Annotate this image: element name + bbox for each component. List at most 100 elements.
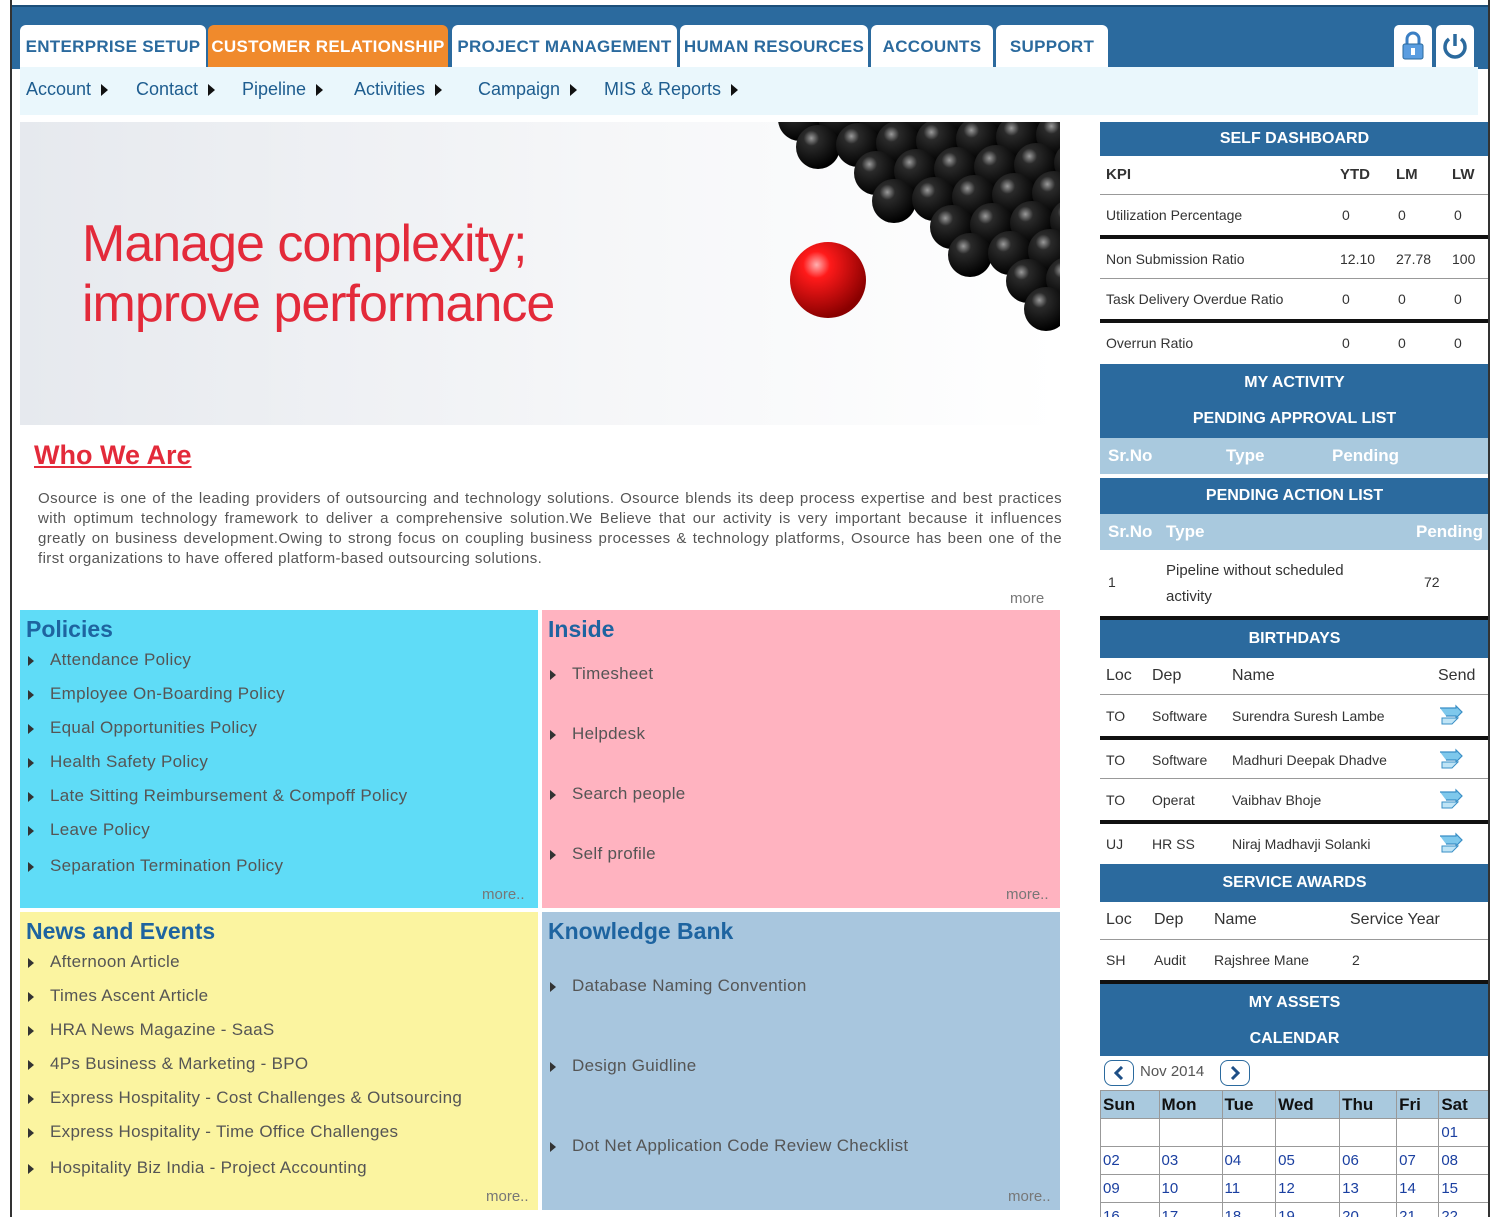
news-item[interactable]: Express Hospitality - Cost Challenges & … [28, 1088, 462, 1108]
calendar-day[interactable]: 19 [1275, 1202, 1341, 1217]
tab-accounts[interactable]: ACCOUNTS [871, 25, 993, 69]
sphere-shape [948, 233, 992, 277]
tab-human-resources[interactable]: HUMAN RESOURCES [680, 25, 868, 69]
who-more-link[interactable]: more [1010, 590, 1044, 607]
knowledge-more-link[interactable]: more.. [1008, 1188, 1051, 1205]
inside-more-link[interactable]: more.. [1006, 886, 1049, 903]
action-type-line2[interactable]: activity [1166, 588, 1212, 605]
inside-item[interactable]: Search people [550, 784, 686, 804]
knowledge-panel: Knowledge Bank Database Naming Conventio… [542, 912, 1060, 1210]
news-item[interactable]: 4Ps Business & Marketing - BPO [28, 1054, 308, 1074]
calendar-next-button[interactable] [1220, 1060, 1250, 1086]
news-item[interactable]: Express Hospitality - Time Office Challe… [28, 1122, 398, 1142]
send-wish-button[interactable] [1438, 704, 1464, 731]
top-navigation: ENTERPRISE SETUP CUSTOMER RELATIONSHIP P… [12, 5, 1488, 69]
divider [1100, 694, 1488, 695]
subnav-label: Pipeline [242, 79, 307, 99]
calendar-day[interactable]: 15 [1438, 1174, 1488, 1203]
self-dashboard-header: SELF DASHBOARD [1100, 122, 1488, 156]
send-wish-button[interactable] [1438, 748, 1464, 775]
subnav-activities[interactable]: Activities [354, 79, 443, 100]
calendar-day[interactable]: 18 [1221, 1202, 1277, 1217]
inside-item[interactable]: Timesheet [550, 664, 653, 684]
calendar-day[interactable] [1158, 1118, 1223, 1147]
calendar-day[interactable] [1339, 1118, 1398, 1147]
calendar-day[interactable]: 12 [1275, 1174, 1341, 1203]
news-label: Afternoon Article [50, 952, 180, 971]
tab-enterprise-setup[interactable]: ENTERPRISE SETUP [20, 25, 206, 69]
name-header: Name [1232, 667, 1275, 684]
policy-item[interactable]: Health Safety Policy [28, 752, 208, 772]
calendar-day[interactable]: 03 [1158, 1146, 1223, 1175]
calendar-day[interactable]: 02 [1100, 1146, 1160, 1175]
calendar-day[interactable]: 13 [1339, 1174, 1398, 1203]
calendar-day[interactable]: 09 [1100, 1174, 1160, 1203]
subnav-campaign[interactable]: Campaign [478, 79, 578, 100]
calendar-prev-button[interactable] [1104, 1060, 1134, 1086]
kpi-ytd: 12.10 [1340, 251, 1376, 267]
calendar-day[interactable] [1275, 1118, 1341, 1147]
bullet-arrow-icon [550, 729, 556, 740]
news-item[interactable]: Hospitality Biz India - Project Accounti… [28, 1158, 367, 1178]
calendar-day[interactable]: 22 [1438, 1202, 1488, 1217]
send-wish-button[interactable] [1438, 788, 1464, 815]
tab-project-management[interactable]: PROJECT MANAGEMENT [452, 25, 677, 69]
policy-item[interactable]: Employee On-Boarding Policy [28, 684, 285, 704]
send-wish-button[interactable] [1438, 832, 1464, 859]
policy-item[interactable]: Attendance Policy [28, 650, 191, 670]
kpi-lw: 100 [1452, 251, 1476, 267]
action-type-line1[interactable]: Pipeline without scheduled [1166, 562, 1344, 579]
day-header: Fri [1396, 1090, 1440, 1119]
calendar-day[interactable]: 14 [1396, 1174, 1440, 1203]
policy-item[interactable]: Separation Termination Policy [28, 856, 283, 876]
calendar-day[interactable]: 01 [1438, 1118, 1488, 1147]
tab-support[interactable]: SUPPORT [996, 25, 1108, 69]
calendar-day[interactable]: 08 [1438, 1146, 1488, 1175]
logout-button[interactable] [1436, 25, 1474, 67]
calendar-day[interactable]: 10 [1158, 1174, 1223, 1203]
kpi-header: KPI [1106, 166, 1132, 183]
calendar-day[interactable] [1221, 1118, 1277, 1147]
news-item[interactable]: Afternoon Article [28, 952, 180, 972]
calendar-day[interactable]: 20 [1339, 1202, 1398, 1217]
knowledge-item[interactable]: Database Naming Convention [550, 976, 807, 996]
calendar-day[interactable]: 04 [1221, 1146, 1277, 1175]
policy-item[interactable]: Equal Opportunities Policy [28, 718, 257, 738]
calendar-day[interactable]: 21 [1396, 1202, 1440, 1217]
bullet-arrow-icon [550, 669, 556, 680]
award-dep: Audit [1154, 952, 1186, 968]
divider [1100, 235, 1488, 239]
news-more-link[interactable]: more.. [486, 1188, 529, 1205]
subnav-account[interactable]: Account [26, 79, 109, 100]
inside-item[interactable]: Self profile [550, 844, 656, 864]
lock-button[interactable] [1394, 25, 1432, 67]
calendar-week: 02 03 04 05 06 07 08 [1100, 1146, 1488, 1175]
knowledge-item[interactable]: Dot Net Application Code Review Checklis… [550, 1136, 908, 1156]
calendar-day[interactable] [1396, 1118, 1440, 1147]
calendar-day[interactable]: 17 [1158, 1202, 1223, 1217]
inside-item[interactable]: Helpdesk [550, 724, 645, 744]
news-item[interactable]: Times Ascent Article [28, 986, 208, 1006]
policy-item[interactable]: Late Sitting Reimbursement & Compoff Pol… [28, 786, 407, 806]
calendar-month: Nov 2014 [1140, 1063, 1205, 1080]
policy-item[interactable]: Leave Policy [28, 820, 150, 840]
news-item[interactable]: HRA News Magazine - SaaS [28, 1020, 275, 1040]
calendar-day[interactable]: 16 [1100, 1202, 1160, 1217]
birthday-dep: Software [1152, 752, 1208, 768]
calendar-day[interactable] [1100, 1118, 1160, 1147]
loc-header: Loc [1106, 667, 1132, 684]
calendar-day[interactable]: 05 [1275, 1146, 1341, 1175]
sub-navigation: Account Contact Pipeline Activities Camp… [20, 67, 1478, 115]
subnav-contact[interactable]: Contact [136, 79, 216, 100]
subnav-pipeline[interactable]: Pipeline [242, 79, 324, 100]
bullet-arrow-icon [28, 689, 34, 700]
who-we-are-title[interactable]: Who We Are [34, 440, 192, 471]
tab-customer-relationship[interactable]: CUSTOMER RELATIONSHIP [208, 25, 448, 69]
policies-more-link[interactable]: more.. [482, 886, 525, 903]
knowledge-item[interactable]: Design Guidline [550, 1056, 697, 1076]
calendar-day[interactable]: 07 [1396, 1146, 1440, 1175]
calendar-day[interactable]: 06 [1339, 1146, 1398, 1175]
calendar-day[interactable]: 11 [1221, 1174, 1277, 1203]
type-header: Type [1166, 522, 1205, 541]
subnav-mis-reports[interactable]: MIS & Reports [604, 79, 739, 100]
